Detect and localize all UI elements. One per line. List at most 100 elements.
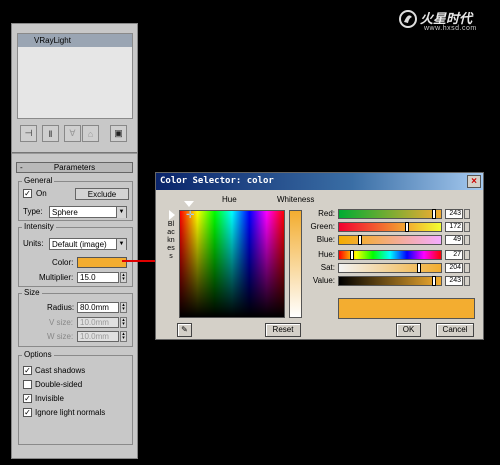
whiteness-slider[interactable]: [289, 210, 302, 318]
options-group: Options ✓ Cast shadows Double-sided ✓ In…: [18, 350, 133, 445]
multiplier-field[interactable]: 15.0: [77, 272, 119, 283]
dialog-title: Color Selector: color: [160, 176, 274, 186]
ignore-light-normals-checkbox[interactable]: ✓: [23, 408, 32, 417]
hue-slider[interactable]: [338, 250, 442, 260]
radius-field[interactable]: 80.0mm: [77, 302, 119, 313]
chevron-down-icon: ▼: [116, 239, 126, 250]
sat-spinner[interactable]: [464, 263, 470, 273]
collapse-toggle: -: [20, 163, 23, 172]
slider-knob[interactable]: [417, 263, 421, 273]
command-panel: VRayLight ⊣ ‖ ∀ ⌂ ▣ - Parameters General…: [11, 23, 138, 459]
multiplier-label: Multiplier:: [39, 273, 74, 282]
value-spinner[interactable]: [464, 276, 470, 286]
close-button[interactable]: ×: [467, 175, 481, 188]
invisible-checkbox[interactable]: ✓: [23, 394, 32, 403]
units-dropdown[interactable]: Default (image) ▼: [49, 238, 127, 250]
configure-modifier-sets-button[interactable]: ▣: [110, 125, 127, 142]
crosshair-icon: ✛: [186, 210, 195, 221]
close-icon: ×: [471, 176, 477, 187]
red-value[interactable]: 243: [445, 209, 463, 219]
cast-shadows-label: Cast shadows: [35, 366, 86, 375]
sat-value[interactable]: 204: [445, 263, 463, 273]
group-label: Size: [22, 288, 42, 297]
object-list[interactable]: VRayLight: [17, 33, 133, 119]
unique-icon: ∀: [69, 128, 76, 138]
red-slider[interactable]: [338, 209, 442, 219]
vsize-spinner[interactable]: ▴ ▾: [120, 317, 127, 328]
hue-header: Hue: [222, 195, 237, 204]
units-label: Units:: [23, 239, 44, 248]
size-group: Size Radius: 80.0mm ▴ ▾ V size: 10.0mm ▴ ▾…: [18, 288, 133, 347]
cancel-button[interactable]: Cancel: [436, 323, 474, 337]
green-label: Green:: [310, 222, 335, 231]
slider-knob[interactable]: [405, 222, 409, 232]
pin-stack-button[interactable]: ⊣: [20, 125, 37, 142]
watermark-url: www.hxsd.com: [424, 25, 477, 32]
hue-spinner[interactable]: [464, 250, 470, 260]
remove-modifier-button[interactable]: ⌂: [82, 125, 99, 142]
invisible-label: Invisible: [35, 394, 64, 403]
blue-spinner[interactable]: [464, 235, 470, 245]
sat-label: Sat:: [320, 263, 335, 272]
blackness-marker-icon[interactable]: [169, 210, 175, 220]
on-label: On: [36, 189, 47, 198]
wsize-field[interactable]: 10.0mm: [77, 331, 119, 342]
value-label: Value:: [312, 276, 335, 285]
flame-logo-icon: [399, 10, 417, 28]
wsize-spinner[interactable]: ▴ ▾: [120, 331, 127, 342]
slider-knob[interactable]: [432, 209, 436, 219]
reset-button[interactable]: Reset: [265, 323, 301, 337]
intensity-group: Intensity Units: Default (image) ▼ Color…: [18, 222, 133, 287]
wsize-label: W size:: [47, 332, 74, 341]
blue-label: Blue:: [316, 235, 335, 244]
chevron-down-icon: ▼: [116, 207, 126, 218]
dialog-titlebar[interactable]: Color Selector: color: [156, 173, 483, 190]
hue-blackness-picker[interactable]: ✛: [179, 210, 285, 318]
exclude-button[interactable]: Exclude: [75, 188, 129, 200]
vsize-field[interactable]: 10.0mm: [77, 317, 119, 328]
type-dropdown[interactable]: Sphere ▼: [49, 206, 127, 218]
type-value: Sphere: [52, 208, 78, 217]
cast-shadows-checkbox[interactable]: ✓: [23, 366, 32, 375]
color-selector-dialog: Color Selector: color × Hue Whiteness Bl…: [155, 172, 484, 340]
ok-button[interactable]: OK: [396, 323, 421, 337]
hue-marker-icon[interactable]: [184, 201, 194, 207]
show-result-icon: ‖: [48, 128, 53, 139]
value-value[interactable]: 243: [445, 276, 463, 286]
color-label: Color:: [52, 258, 74, 267]
ignore-light-normals-label: Ignore light normals: [35, 408, 106, 417]
sat-slider[interactable]: [338, 263, 442, 273]
radius-spinner[interactable]: ▴ ▾: [120, 302, 127, 313]
red-spinner[interactable]: [464, 209, 470, 219]
multiplier-spinner[interactable]: ▴ ▾: [120, 272, 127, 283]
group-label: Intensity: [22, 222, 56, 231]
parameters-rollout-header[interactable]: - Parameters: [16, 162, 133, 173]
slider-knob[interactable]: [358, 235, 362, 245]
make-unique-button[interactable]: ∀: [64, 125, 81, 142]
on-checkbox[interactable]: ✓: [23, 189, 32, 198]
color-preview: [338, 298, 475, 319]
vsize-label: V size:: [49, 318, 74, 327]
type-label: Type:: [23, 207, 43, 216]
blue-value[interactable]: 49: [445, 235, 463, 245]
double-sided-checkbox[interactable]: [23, 380, 32, 389]
slider-knob[interactable]: [432, 276, 436, 286]
group-label: General: [22, 176, 55, 185]
blue-slider[interactable]: [338, 235, 442, 245]
green-value[interactable]: 172: [445, 222, 463, 232]
slider-knob[interactable]: [350, 250, 354, 260]
hue-value[interactable]: 27: [445, 250, 463, 260]
divider: [12, 152, 137, 154]
green-slider[interactable]: [338, 222, 442, 232]
eyedropper-icon: ✎: [181, 325, 188, 334]
show-end-result-button[interactable]: ‖: [42, 125, 59, 142]
green-spinner[interactable]: [464, 222, 470, 232]
eyedropper-button[interactable]: ✎: [177, 323, 192, 337]
value-slider[interactable]: [338, 276, 442, 286]
config-icon: ▣: [114, 128, 123, 138]
double-sided-label: Double-sided: [35, 380, 83, 389]
list-item[interactable]: VRayLight: [18, 34, 132, 47]
watermark-logo: 火星时代 www.hxsd.com: [398, 6, 496, 36]
color-swatch[interactable]: [77, 257, 127, 268]
radius-label: Radius:: [47, 303, 75, 312]
